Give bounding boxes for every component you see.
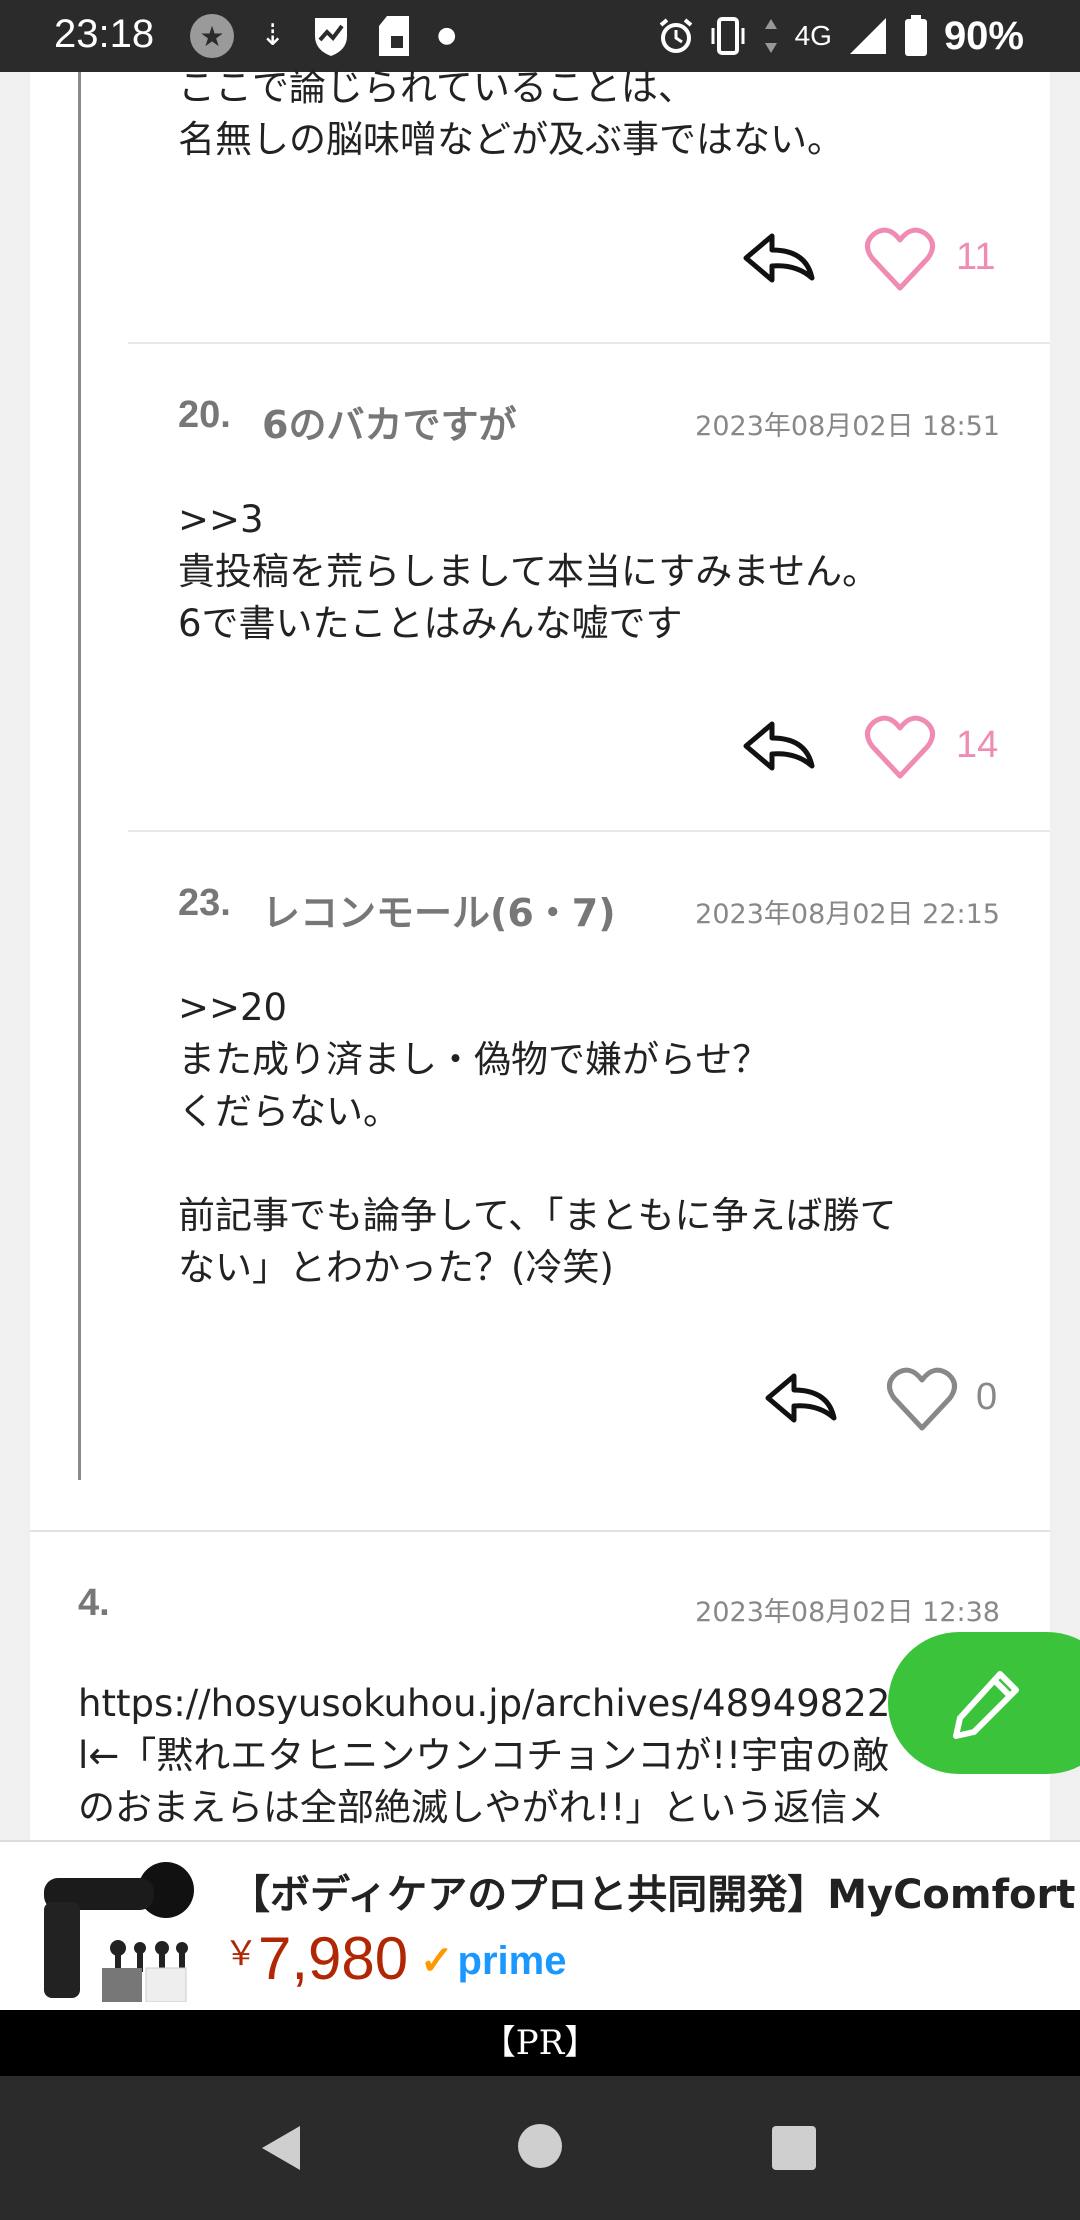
comment-number: 23. bbox=[178, 882, 231, 924]
usb-icon: ⇣ bbox=[260, 18, 286, 53]
check-icon: ✓ bbox=[420, 1939, 454, 1983]
ad-currency: ￥ bbox=[224, 1935, 258, 1973]
pencil-icon bbox=[953, 1671, 1019, 1739]
reply-icon[interactable] bbox=[764, 1368, 840, 1428]
heart-icon[interactable] bbox=[864, 714, 936, 780]
comment-date: 2023年08月02日 22:15 bbox=[695, 899, 1000, 930]
dot-icon: ● bbox=[437, 23, 457, 48]
post-date: 2023年08月02日 12:38 bbox=[695, 1597, 1000, 1628]
reply-icon[interactable] bbox=[742, 716, 818, 776]
star-circle-icon: ★ bbox=[190, 14, 234, 58]
battery-icon bbox=[904, 15, 927, 56]
shield-chart-icon bbox=[315, 18, 348, 56]
system-nav-bar bbox=[0, 2076, 1080, 2220]
sd-card-icon bbox=[379, 16, 410, 56]
comment-body: ここで論じられていることは、 名無しの脳味噌などが及ぶ事ではない。 bbox=[178, 66, 844, 161]
pr-label: 【PR】 bbox=[0, 2010, 1080, 2076]
heart-icon[interactable] bbox=[864, 226, 936, 292]
data-arrows-icon bbox=[764, 19, 777, 53]
home-icon[interactable] bbox=[518, 2124, 562, 2168]
reply-thread-line bbox=[78, 72, 81, 1480]
recents-icon[interactable] bbox=[772, 2126, 816, 2170]
network-type: 4G bbox=[794, 20, 832, 51]
prime-label: prime bbox=[457, 1939, 567, 1983]
status-time: 23:18 bbox=[54, 12, 155, 56]
compose-button[interactable] bbox=[888, 1632, 1080, 1774]
comment-body: >>3 貴投稿を荒らしまして本当にすみません。 6で書いたことはみんな嘘です bbox=[178, 498, 880, 645]
massage-gun-image bbox=[18, 1852, 198, 2002]
comment-author: レコンモール(6・7) bbox=[262, 891, 616, 935]
like-count: 0 bbox=[976, 1376, 998, 1418]
back-icon[interactable] bbox=[258, 2124, 304, 2172]
status-notification-icons: ★ ⇣ ● bbox=[190, 10, 456, 62]
heart-icon[interactable] bbox=[886, 1366, 958, 1432]
prime-badge: ✓ prime bbox=[420, 1938, 566, 1984]
battery-percent: 90% bbox=[943, 13, 1024, 58]
ad-title: 【ボディケアのプロと共同開発】MyComfort bbox=[230, 1872, 1076, 1918]
post-number: 4. bbox=[78, 1582, 110, 1624]
comment-date: 2023年08月02日 18:51 bbox=[695, 411, 1000, 442]
comment-divider bbox=[128, 830, 1050, 832]
ad-price-amount: 7,980 bbox=[258, 1925, 409, 1992]
comment-body: >>20 また成り済まし・偽物で嫌がらせ？ くだらない。 前記事でも論争して、「… bbox=[178, 986, 897, 1289]
ad-banner[interactable]: 【ボディケアのプロと共同開発】MyComfort ￥7,980 ✓ prime bbox=[0, 1840, 1080, 2010]
like-count: 14 bbox=[956, 724, 999, 766]
ad-price: ￥7,980 bbox=[224, 1924, 408, 1993]
like-count: 11 bbox=[956, 236, 996, 278]
status-system-icons: 4G 90% bbox=[657, 10, 1024, 62]
reply-icon[interactable] bbox=[742, 228, 818, 288]
alarm-icon bbox=[659, 18, 692, 53]
vibrate-icon bbox=[711, 17, 745, 55]
comment-number: 20. bbox=[178, 394, 231, 436]
comment-divider bbox=[128, 342, 1050, 344]
comment-author: 6のバカですが bbox=[262, 403, 517, 447]
signal-icon bbox=[849, 18, 886, 54]
